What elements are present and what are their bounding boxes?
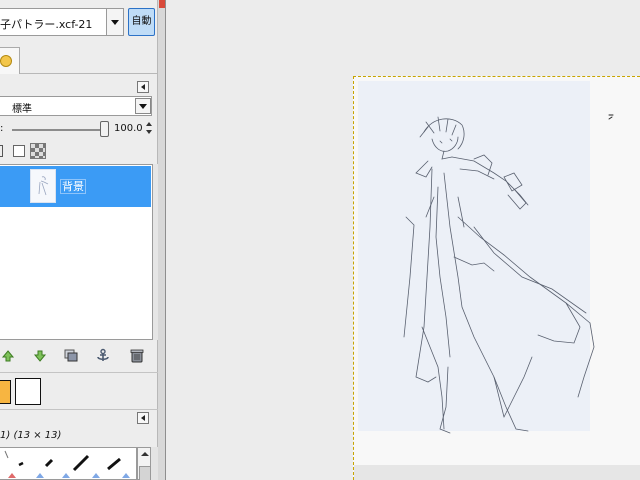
separator: [0, 372, 158, 373]
layer-name[interactable]: 背景: [60, 179, 86, 194]
mode-dropdown-icon[interactable]: [135, 98, 151, 114]
pencil-sketch: [403, 114, 614, 434]
brush-grid[interactable]: [0, 447, 137, 480]
brush-presets: [4, 450, 130, 478]
layers-dock: 子パトラー.xcf-21 自動 標準 : 100.0 背景 1) (13 × 1…: [0, 0, 158, 480]
opacity-spinner-icon[interactable]: [146, 120, 153, 137]
dock-menu-icon[interactable]: [137, 81, 149, 93]
background-color-swatch[interactable]: [15, 378, 41, 405]
layers-list[interactable]: 背景: [0, 164, 153, 340]
opacity-label: :: [0, 123, 4, 134]
canvas-area[interactable]: [167, 0, 640, 480]
brushes-scrollbar[interactable]: [137, 447, 151, 480]
duplicate-icon: [64, 349, 78, 362]
arrow-up-icon: [1, 350, 15, 362]
layer-mode-select[interactable]: 標準: [0, 96, 152, 116]
auto-button[interactable]: 自動: [128, 8, 155, 36]
brushes-menu-icon[interactable]: [137, 412, 149, 424]
layer-raise-button[interactable]: [0, 348, 16, 364]
brush-info: 1) (13 × 13): [0, 430, 62, 441]
image-selector-dropdown-icon[interactable]: [106, 8, 124, 36]
opacity-slider-handle[interactable]: [99, 121, 109, 137]
opacity-slider[interactable]: [12, 129, 104, 131]
arrow-down-icon: [33, 350, 47, 362]
image-selector-value: 子パトラー.xcf-21: [0, 18, 93, 31]
panel-edge: [151, 447, 158, 480]
foreground-color-swatch[interactable]: [0, 380, 11, 404]
lock-pixels-icon[interactable]: [0, 145, 3, 157]
lock-alpha-checkbox[interactable]: [13, 145, 25, 157]
dock-tab-strip: [0, 44, 158, 74]
layer-mode-value: 標準: [12, 104, 32, 115]
image-canvas[interactable]: [353, 76, 640, 480]
layer-anchor-button[interactable]: [95, 348, 111, 364]
opacity-value[interactable]: 100.0: [114, 123, 143, 134]
trash-icon: [130, 349, 144, 363]
dock-divider[interactable]: [158, 0, 166, 480]
layer-thumbnail[interactable]: [30, 169, 56, 203]
alpha-checker-icon: [30, 143, 46, 159]
layers-tab-icon: [0, 55, 12, 67]
layer-delete-button[interactable]: [129, 348, 145, 364]
layer-row[interactable]: 背景: [0, 166, 151, 207]
tab-layers[interactable]: [0, 47, 20, 74]
layer-lower-button[interactable]: [32, 348, 48, 364]
layer-thumbnail-sketch: [38, 176, 49, 196]
anchor-icon: [97, 348, 109, 361]
divider-cap: [159, 0, 165, 8]
separator: [0, 409, 158, 410]
layer-duplicate-button[interactable]: [63, 348, 79, 364]
